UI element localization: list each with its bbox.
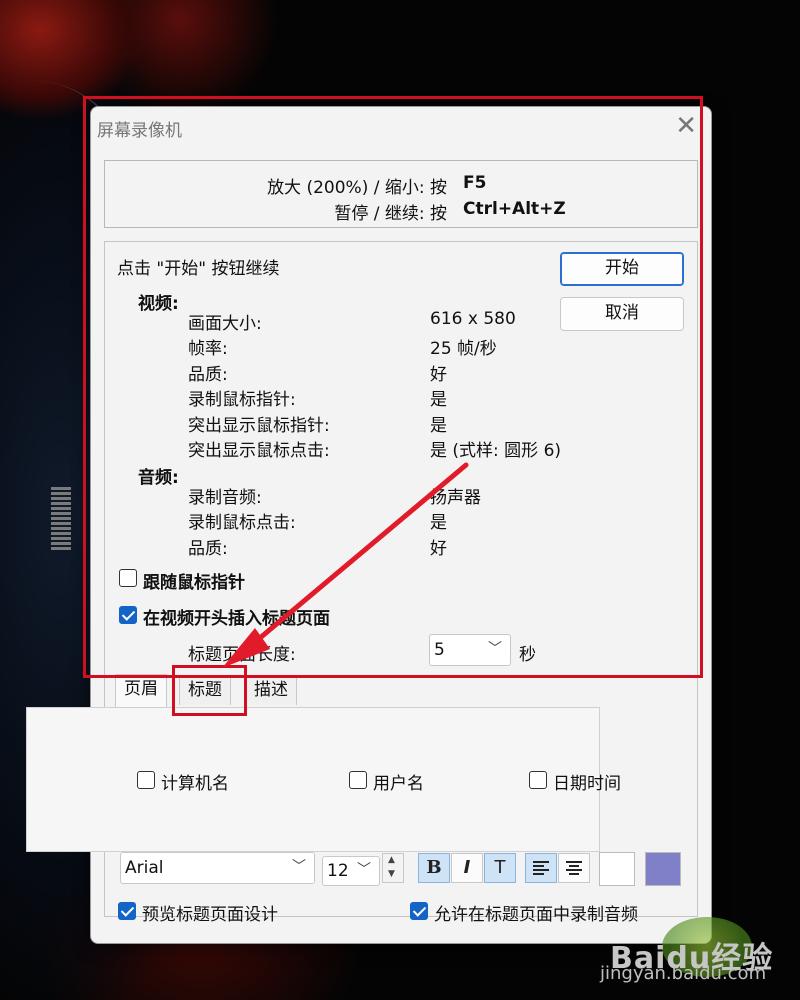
date-time-label: 日期时间 bbox=[553, 774, 621, 794]
align-left-icon bbox=[533, 861, 549, 875]
audio-level-meter-icon bbox=[51, 487, 71, 552]
watermark: Baidu经验 jingyan.baidu.com bbox=[590, 905, 790, 995]
background-color-swatch[interactable] bbox=[599, 852, 635, 886]
arrow-up-icon[interactable]: ▲ bbox=[388, 855, 395, 865]
align-center-icon bbox=[566, 861, 582, 875]
font-size-select[interactable]: 12 ﹀ bbox=[322, 856, 380, 886]
chevron-down-icon: ﹀ bbox=[292, 859, 306, 875]
tab-title-highlight bbox=[172, 665, 247, 716]
computer-name-label: 计算机名 bbox=[161, 774, 229, 794]
italic-button[interactable]: I bbox=[451, 853, 483, 883]
allow-audio-checkbox[interactable] bbox=[410, 902, 428, 920]
preview-label: 预览标题页面设计 bbox=[142, 905, 278, 925]
font-size-spinner[interactable]: ▲ ▼ bbox=[382, 853, 404, 883]
header-tab-panel bbox=[26, 707, 600, 852]
capture-region-frame bbox=[83, 96, 703, 678]
user-name-label: 用户名 bbox=[373, 774, 424, 794]
watermark-url: jingyan.baidu.com bbox=[600, 963, 767, 984]
tab-header[interactable]: 页眉 bbox=[115, 674, 167, 707]
align-left-button[interactable] bbox=[525, 853, 557, 883]
bold-button[interactable]: B bbox=[418, 853, 450, 883]
arrow-down-icon[interactable]: ▼ bbox=[388, 869, 395, 879]
font-select[interactable]: Arial ﹀ bbox=[120, 852, 315, 884]
computer-name-checkbox[interactable] bbox=[137, 771, 155, 789]
chevron-down-icon: ﹀ bbox=[357, 862, 371, 878]
accent-color-swatch[interactable] bbox=[645, 852, 681, 886]
date-time-checkbox[interactable] bbox=[529, 771, 547, 789]
text-style-button[interactable]: T bbox=[484, 853, 516, 883]
align-center-button[interactable] bbox=[558, 853, 590, 883]
font-size-value: 12 bbox=[327, 861, 349, 881]
user-name-checkbox[interactable] bbox=[349, 771, 367, 789]
tab-description[interactable]: 描述 bbox=[245, 675, 297, 705]
preview-checkbox[interactable] bbox=[118, 902, 136, 920]
font-name: Arial bbox=[125, 858, 164, 878]
